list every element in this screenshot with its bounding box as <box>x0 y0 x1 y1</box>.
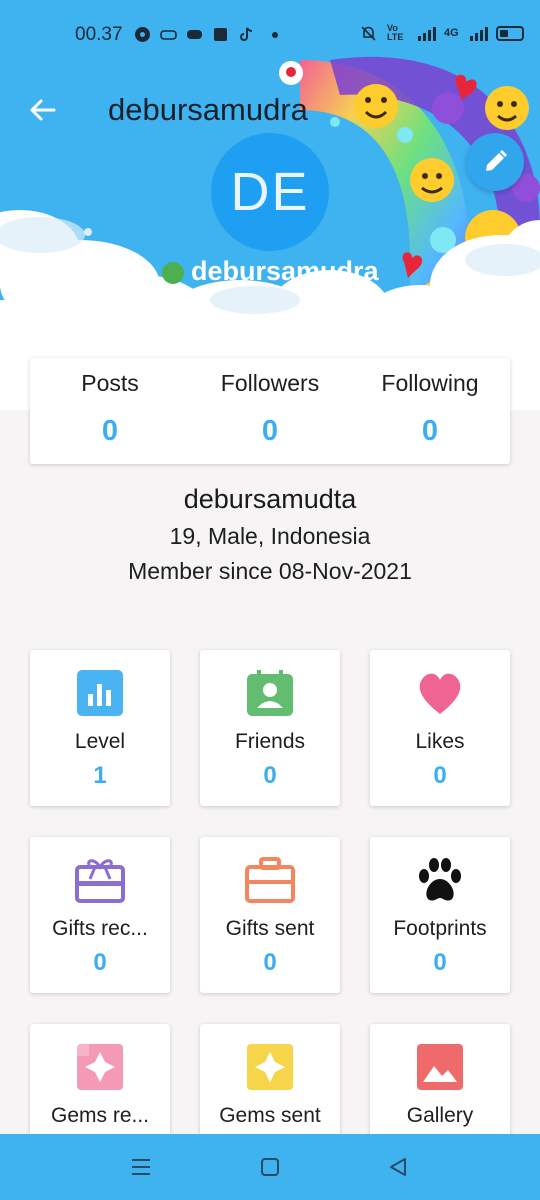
profile-username: debursamudra <box>191 256 379 286</box>
profile-info: debursamudta 19, Male, Indonesia Member … <box>0 484 540 585</box>
tile-label: Gifts rec... <box>52 917 148 940</box>
menu-icon <box>132 1159 150 1175</box>
gamepad-icon <box>186 26 203 43</box>
level-tile[interactable]: Level 1 <box>30 650 170 806</box>
gifts-received-tile[interactable]: Gifts rec... 0 <box>30 837 170 993</box>
notification-icons <box>134 26 278 43</box>
tile-label: Gems sent <box>219 1104 321 1127</box>
stats-card: Posts 0 Followers 0 Following 0 <box>30 358 510 464</box>
system-navigation-bar <box>0 1134 540 1200</box>
footprints-tile[interactable]: Footprints 0 <box>370 837 510 993</box>
heart-icon <box>419 673 461 714</box>
image-icon <box>417 1044 463 1090</box>
stat-label: Following <box>381 370 479 396</box>
battery-icon <box>495 25 524 41</box>
system-status-icons: Vo LTE 4G <box>360 24 524 42</box>
stat-label: Followers <box>220 370 320 396</box>
back-button[interactable] <box>22 92 62 128</box>
game-controller-icon <box>160 26 177 43</box>
network-type-label: 4G <box>444 27 459 39</box>
more-notifications-dot <box>272 31 278 38</box>
tile-label: Footprints <box>393 917 487 940</box>
posts-stat[interactable]: Posts 0 <box>30 358 190 464</box>
signal-icon <box>417 25 436 42</box>
pencil-icon <box>486 150 507 171</box>
avatar-initials: DE <box>230 162 310 222</box>
tile-label: Gems re... <box>50 1104 150 1127</box>
tile-label: Gifts sent <box>225 917 315 940</box>
followers-stat[interactable]: Followers 0 <box>190 358 350 464</box>
avatar[interactable]: DE <box>211 133 329 251</box>
tile-value: 0 <box>433 949 447 976</box>
arrow-left-icon <box>30 99 56 121</box>
square-home-icon <box>261 1158 279 1176</box>
gift-icon <box>75 859 125 903</box>
gallery-notification-icon <box>212 26 229 43</box>
online-status-indicator <box>162 262 184 284</box>
tile-value: 1 <box>93 762 107 789</box>
tile-label: Friends <box>234 730 306 753</box>
tiktok-icon <box>238 26 255 43</box>
profile-header: 00.37 Vo LTE 4G debursamudra DE debursam… <box>0 0 540 410</box>
tile-value: 0 <box>93 949 107 976</box>
friends-tile[interactable]: Friends 0 <box>200 650 340 806</box>
stat-value: 0 <box>261 415 279 447</box>
page-title: debursamudra <box>108 92 308 127</box>
likes-tile[interactable]: Likes 0 <box>370 650 510 806</box>
edit-profile-button[interactable] <box>466 133 524 191</box>
member-since: Member since 08-Nov-2021 <box>128 558 412 584</box>
display-name: debursamudta <box>183 484 357 514</box>
bar-chart-icon <box>77 670 123 716</box>
gem-pink-icon <box>77 1044 123 1090</box>
following-stat[interactable]: Following 0 <box>350 358 510 464</box>
tile-value: 0 <box>263 762 277 789</box>
briefcase-icon <box>245 857 295 903</box>
home-button[interactable] <box>250 1150 290 1184</box>
stat-value: 0 <box>101 415 119 447</box>
tile-value: 0 <box>263 949 277 976</box>
status-bar: 00.37 Vo LTE 4G <box>0 0 540 60</box>
gem-yellow-icon <box>247 1044 293 1090</box>
volte-label: Vo LTE <box>387 23 404 42</box>
status-time: 00.37 <box>75 24 123 45</box>
signal-4g-icon <box>469 25 488 42</box>
stat-label: Posts <box>81 370 139 396</box>
profile-details: 19, Male, Indonesia <box>169 523 371 549</box>
stat-value: 0 <box>421 415 439 447</box>
gifts-sent-tile[interactable]: Gifts sent 0 <box>200 837 340 993</box>
music-app-icon <box>134 26 151 43</box>
contact-icon <box>247 670 293 716</box>
recent-apps-button[interactable] <box>121 1150 161 1184</box>
paw-icon <box>419 858 461 901</box>
tile-label: Likes <box>415 730 465 753</box>
triangle-back-icon <box>390 1158 406 1176</box>
tile-label: Level <box>74 730 126 753</box>
mute-bell-icon <box>360 25 377 42</box>
tile-label: Gallery <box>406 1104 474 1127</box>
system-back-button[interactable] <box>378 1150 418 1184</box>
tile-value: 0 <box>433 762 447 789</box>
